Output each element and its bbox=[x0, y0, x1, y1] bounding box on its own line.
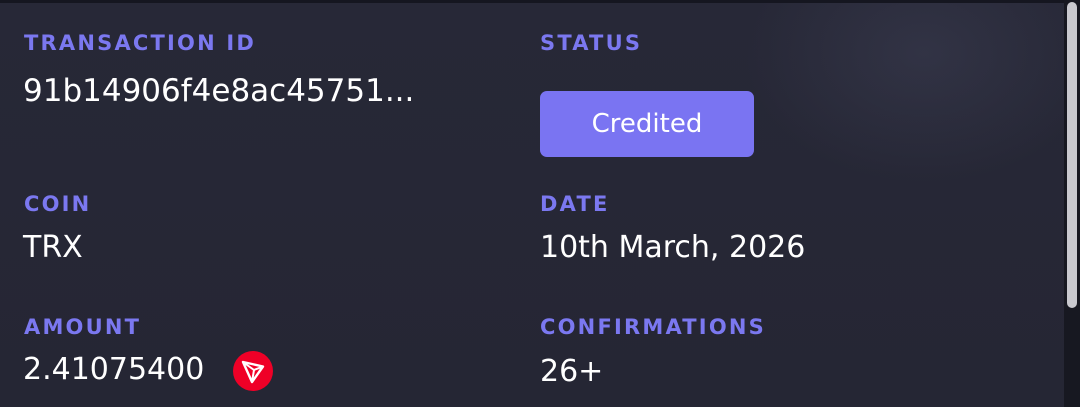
confirmations-field: CONFIRMATIONS bbox=[540, 317, 766, 338]
coin-label: COIN bbox=[24, 192, 92, 216]
tron-icon-graphic bbox=[233, 351, 273, 391]
transaction-id-value[interactable]: 91b14906f4e8ac45751... bbox=[23, 76, 414, 107]
transaction-id-field: TRANSACTION ID bbox=[24, 33, 256, 54]
date-value: 10th March, 2026 bbox=[540, 230, 806, 265]
coin-value: TRX bbox=[23, 230, 83, 265]
date-field: DATE bbox=[540, 194, 610, 215]
amount-field: AMOUNT bbox=[24, 317, 141, 338]
transaction-details-panel: TRANSACTION ID 91b14906f4e8ac45751... ST… bbox=[0, 0, 1064, 407]
status-badge: Credited bbox=[540, 91, 754, 157]
date-label: DATE bbox=[540, 192, 610, 216]
status-field: STATUS bbox=[540, 33, 642, 54]
amount-label: AMOUNT bbox=[24, 315, 142, 339]
status-label: STATUS bbox=[540, 31, 643, 55]
transaction-id-label: TRANSACTION ID bbox=[24, 31, 257, 55]
tron-icon bbox=[233, 351, 273, 391]
coin-field: COIN bbox=[24, 194, 91, 215]
amount-value: 2.41075400 bbox=[23, 352, 205, 387]
background-glow bbox=[744, 3, 1064, 183]
scrollbar-thumb[interactable] bbox=[1067, 2, 1077, 308]
confirmations-value: 26+ bbox=[540, 354, 604, 389]
vertical-scrollbar[interactable] bbox=[1064, 0, 1080, 407]
confirmations-label: CONFIRMATIONS bbox=[540, 315, 766, 339]
